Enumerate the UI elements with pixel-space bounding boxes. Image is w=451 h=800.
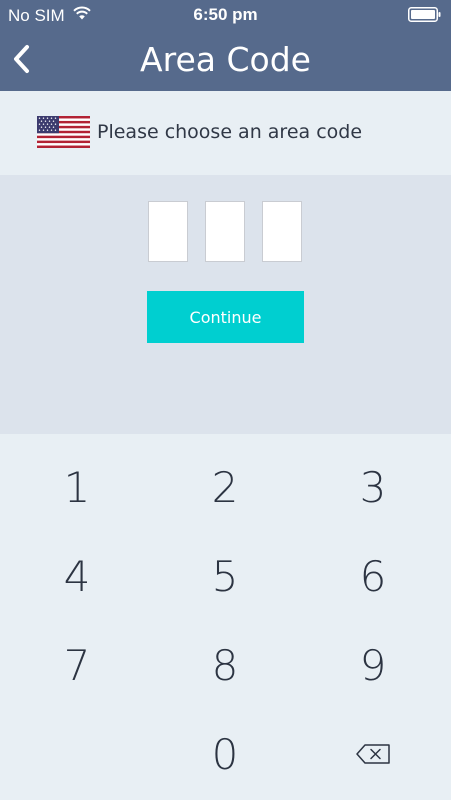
status-bar: No SIM 6:50 pm — [0, 0, 451, 30]
backspace-icon — [356, 744, 390, 764]
continue-button[interactable]: Continue — [147, 291, 304, 343]
page-title: Area Code — [140, 40, 311, 79]
battery-icon — [408, 7, 441, 22]
area-code-prompt-row[interactable]: Please choose an area code — [0, 91, 451, 175]
key-5[interactable]: 5 — [150, 531, 300, 621]
key-0[interactable]: 0 — [150, 709, 300, 799]
header: No SIM 6:50 pm Area Code — [0, 0, 451, 91]
key-1[interactable]: 1 — [2, 442, 152, 532]
area-code-digit-1[interactable] — [148, 201, 188, 262]
key-2[interactable]: 2 — [150, 442, 300, 532]
key-7[interactable]: 7 — [2, 620, 152, 710]
nav-bar: Area Code — [0, 30, 451, 91]
area-code-digit-3[interactable] — [262, 201, 302, 262]
key-3[interactable]: 3 — [298, 442, 448, 532]
key-9[interactable]: 9 — [298, 620, 448, 710]
key-8[interactable]: 8 — [150, 620, 300, 710]
numeric-keypad: 1 2 3 4 5 6 7 8 9 0 — [0, 434, 451, 800]
us-flag-icon — [37, 116, 90, 148]
key-6[interactable]: 6 — [298, 531, 448, 621]
area-code-digit-2[interactable] — [205, 201, 245, 262]
status-time: 6:50 pm — [193, 5, 258, 24]
key-4[interactable]: 4 — [2, 531, 152, 621]
area-code-entry: Continue — [0, 175, 451, 434]
delete-key[interactable] — [298, 709, 448, 799]
prompt-text: Please choose an area code — [97, 121, 363, 143]
